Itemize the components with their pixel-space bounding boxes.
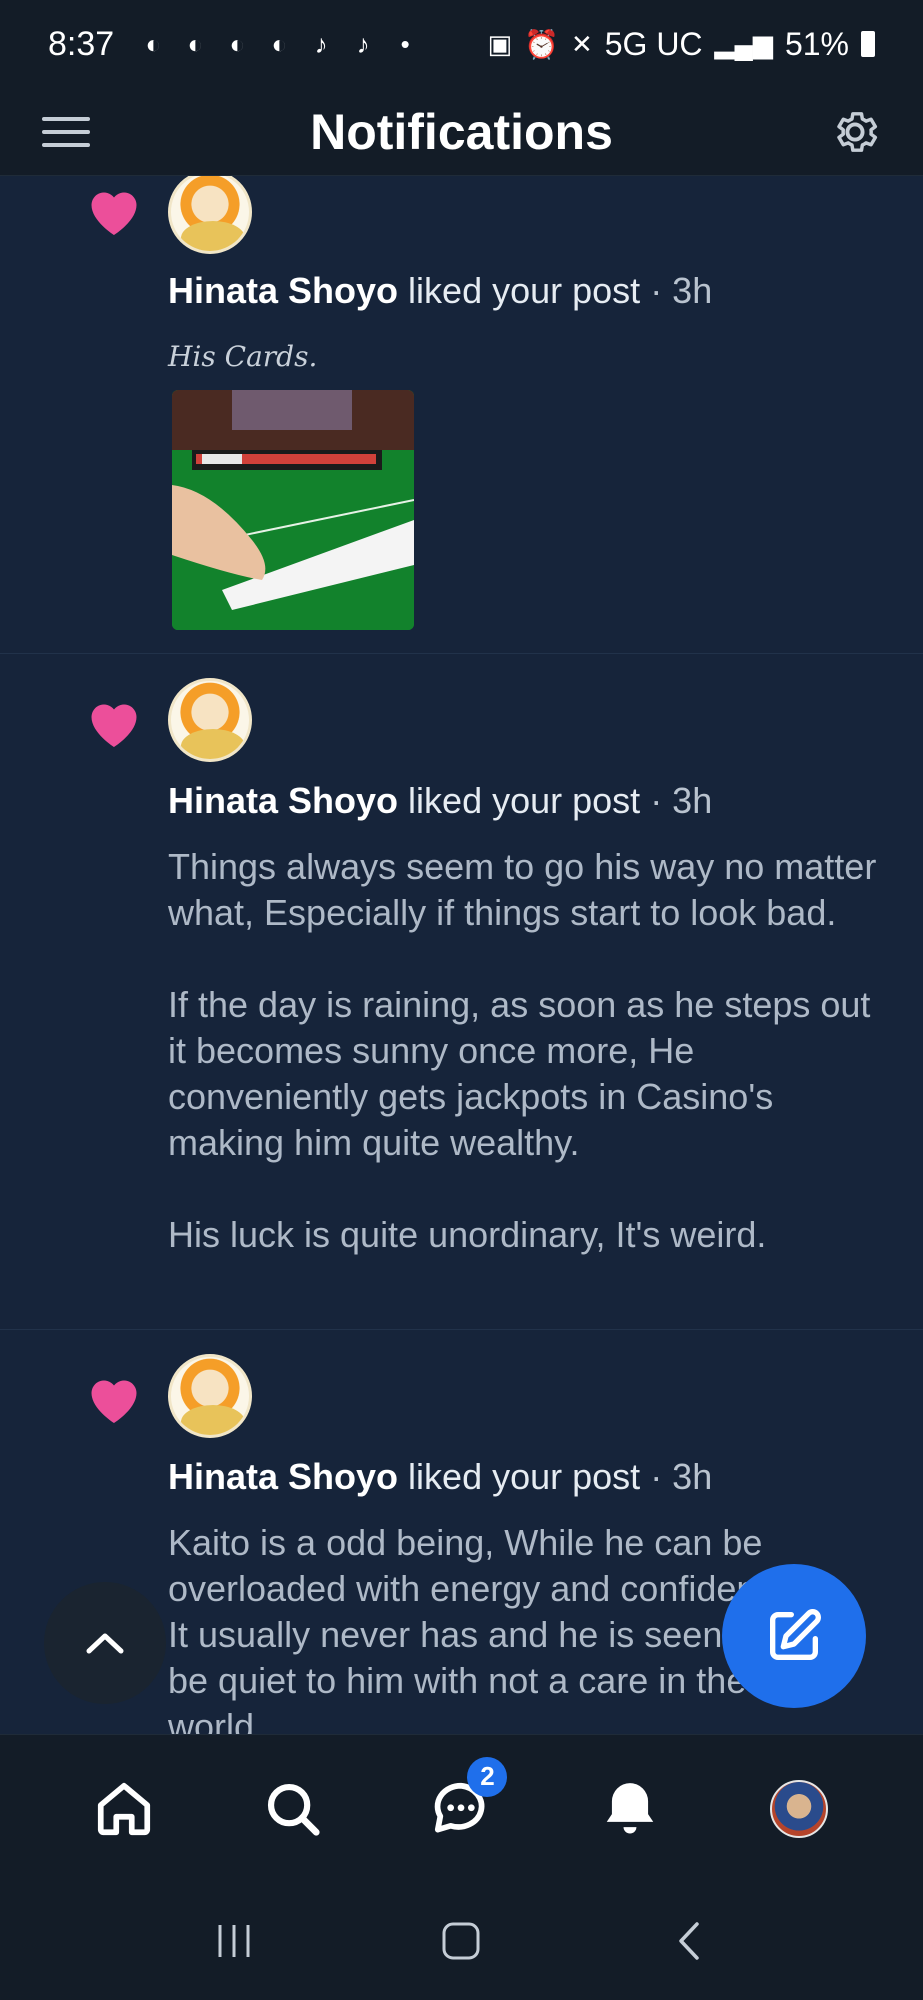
recent-apps-button[interactable] — [204, 1911, 264, 1971]
post-image[interactable] — [172, 390, 414, 630]
bell-icon — [606, 1782, 654, 1834]
post-image-art — [172, 390, 414, 630]
discord-icon: ◐ — [145, 29, 162, 59]
notification-item[interactable]: Hinata Shoyo liked your post · 3h His Ca… — [0, 176, 923, 654]
nav-chat[interactable]: 2 — [421, 1756, 508, 1849]
chat-badge: 2 — [467, 1756, 508, 1797]
home-icon — [98, 1782, 151, 1835]
post-text: Things always seem to go his way no matt… — [168, 844, 888, 1258]
nfc-icon: ▣ — [487, 28, 513, 59]
menu-icon-line — [42, 130, 90, 134]
chevron-up-icon — [86, 1633, 124, 1654]
more-dot-icon: • — [400, 29, 410, 59]
compose-button[interactable] — [722, 1564, 866, 1708]
status-bar: 8:37 ◐ ◐ ◐ ◐ ♪ ♪ • ▣ ⏰ ✕ 5G UC ▂▄▆ 51% — [0, 0, 923, 88]
post-paragraph: His luck is quite unordinary, It's weird… — [168, 1214, 767, 1255]
app-bar: Notifications — [0, 88, 923, 176]
discord-icon: ◐ — [187, 29, 204, 59]
back-button[interactable] — [659, 1911, 719, 1971]
heart-icon — [91, 704, 137, 747]
compose-icon — [770, 1609, 821, 1660]
nav-home[interactable] — [84, 1769, 164, 1849]
status-time: 8:37 — [48, 24, 115, 63]
avatar[interactable] — [168, 678, 252, 762]
notification-action: liked your post — [408, 270, 641, 311]
menu-button[interactable] — [42, 106, 94, 158]
back-icon — [679, 1922, 699, 1960]
notification-time: · 3h — [650, 270, 713, 311]
notifications-feed[interactable]: Hinata Shoyo liked your post · 3h His Ca… — [0, 176, 923, 1734]
recent-apps-icon — [218, 1925, 250, 1957]
post-paragraph: Things always seem to go his way no matt… — [168, 846, 877, 933]
scroll-to-top-button[interactable] — [44, 1582, 166, 1704]
nav-profile[interactable] — [759, 1769, 839, 1849]
post-title: His Cards. — [168, 340, 318, 373]
user-name[interactable]: Hinata Shoyo — [168, 780, 398, 821]
page-title: Notifications — [310, 103, 613, 160]
bottom-nav: 2 — [0, 1734, 923, 1882]
notification-line: Hinata Shoyo liked your post · 3h — [168, 1456, 712, 1498]
gear-icon — [837, 112, 878, 152]
notification-time: · 3h — [650, 780, 713, 821]
search-icon — [267, 1783, 320, 1836]
menu-icon-line — [42, 143, 90, 147]
notification-item[interactable]: Hinata Shoyo liked your post · 3h Things… — [0, 654, 923, 1330]
post-text: Kaito is a odd being, While he can be ov… — [168, 1522, 805, 1734]
avatar[interactable] — [168, 1354, 252, 1438]
heart-icon — [91, 1380, 137, 1423]
menu-icon — [42, 117, 90, 121]
notification-action: liked your post — [408, 780, 641, 821]
mute-icon: ✕ — [570, 28, 593, 59]
notification-line: Hinata Shoyo liked your post · 3h — [168, 270, 712, 312]
discord-icon: ◐ — [271, 29, 288, 59]
tiktok-icon: ♪ — [314, 29, 328, 59]
post-paragraph: If the day is raining, as soon as he ste… — [168, 984, 871, 1163]
notification-time: · 3h — [650, 1456, 713, 1497]
home-system-button[interactable] — [431, 1911, 491, 1971]
avatar[interactable] — [168, 176, 252, 254]
notification-action: liked your post — [408, 1456, 641, 1497]
heart-icon — [91, 192, 137, 235]
settings-button[interactable] — [829, 106, 881, 158]
alarm-icon: ⏰ — [524, 28, 559, 60]
nav-notifications[interactable] — [590, 1769, 670, 1849]
battery-label: 51% — [784, 25, 849, 62]
user-name[interactable]: Hinata Shoyo — [168, 1456, 398, 1497]
nav-search[interactable] — [253, 1769, 333, 1849]
signal-icon: ▂▄▆ — [714, 28, 773, 59]
system-nav — [0, 1882, 923, 2000]
discord-icon: ◐ — [229, 29, 246, 59]
battery-icon — [861, 31, 875, 57]
home-square-icon — [442, 1922, 480, 1960]
notification-line: Hinata Shoyo liked your post · 3h — [168, 780, 712, 822]
network-label: 5G UC — [604, 25, 703, 62]
user-name[interactable]: Hinata Shoyo — [168, 270, 398, 311]
tiktok-icon: ♪ — [356, 29, 370, 59]
profile-avatar — [769, 1779, 828, 1838]
